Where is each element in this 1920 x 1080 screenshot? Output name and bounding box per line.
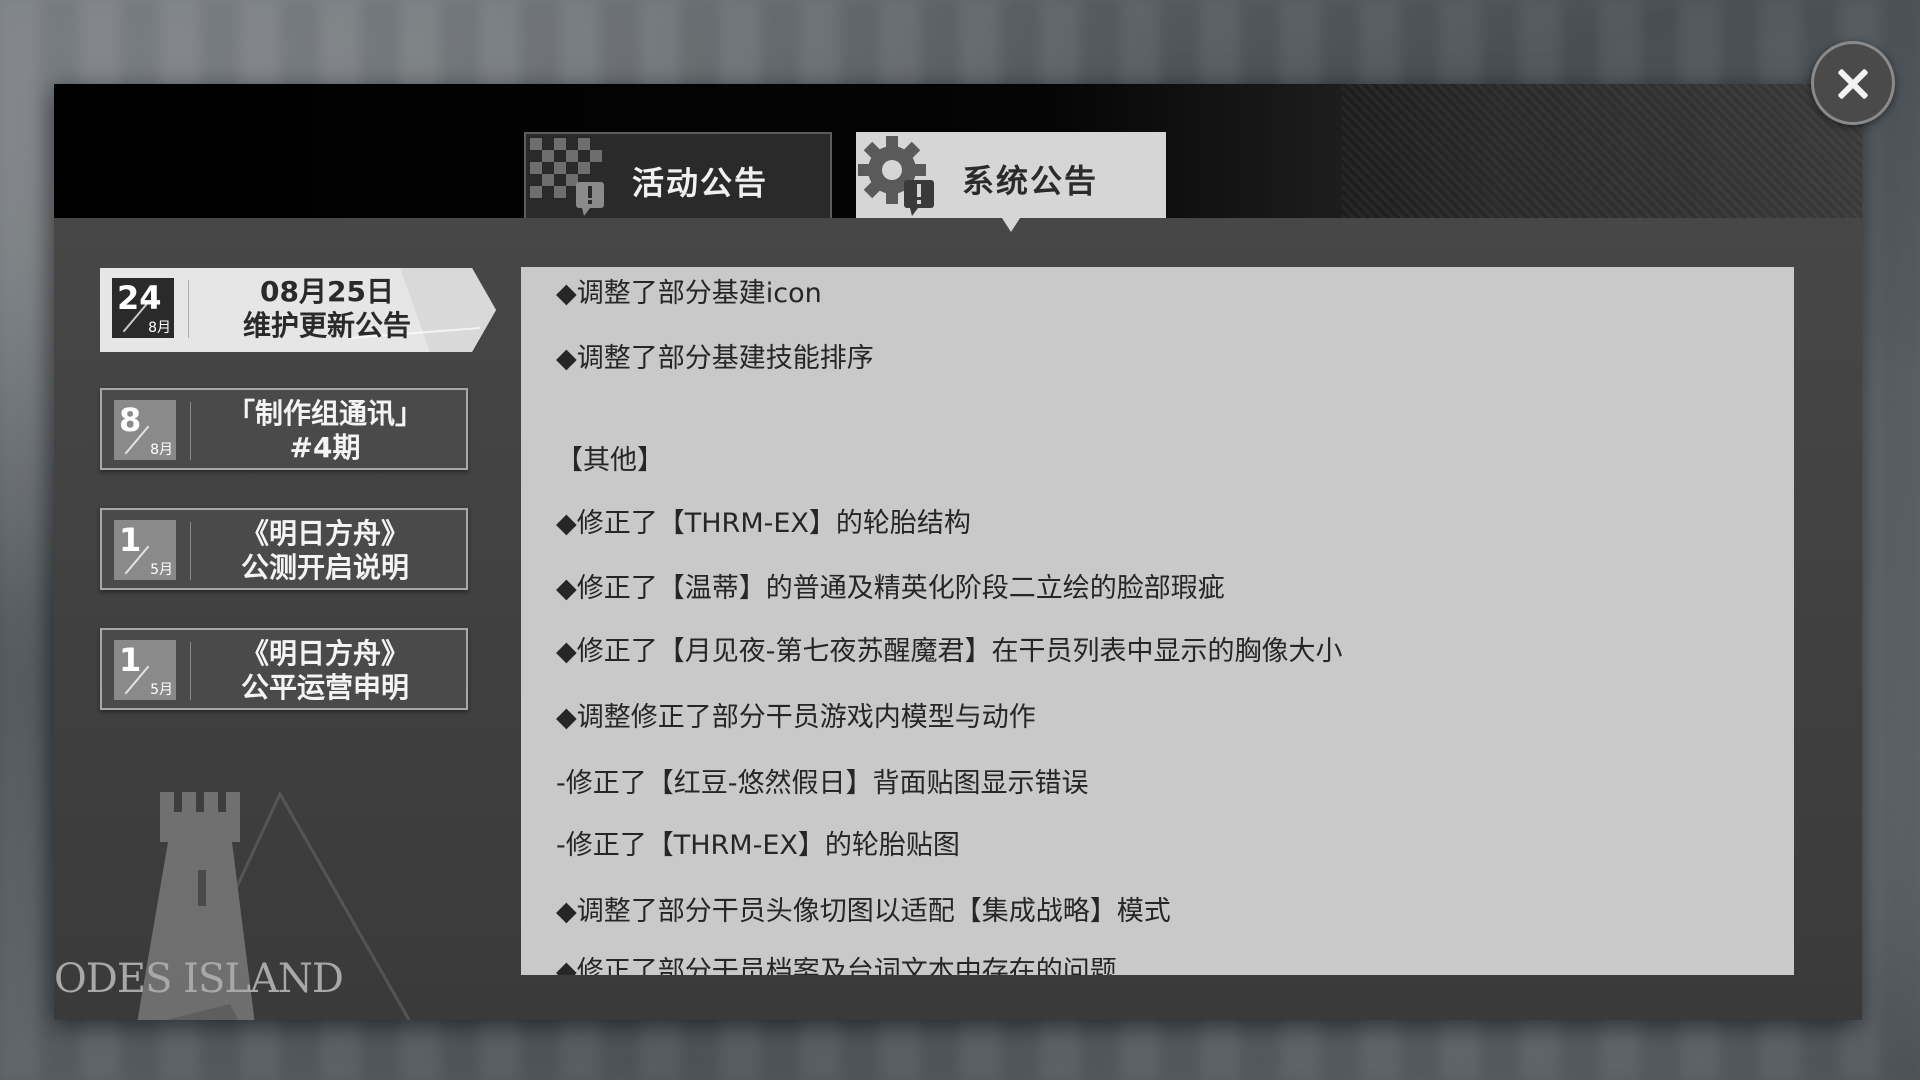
content-line: -修正了【THRM-EX】的轮胎贴图	[556, 830, 960, 861]
announcement-title-line1: 《明日方舟》	[240, 637, 409, 670]
watermark-text: ODES ISLAND	[54, 956, 344, 1002]
announcement-title-line2: 维护更新公告	[242, 309, 411, 342]
announcement-title-line2: 公测开启说明	[240, 551, 409, 584]
date-badge: 1 5月	[114, 520, 176, 580]
content-line: -修正了【红豆-悠然假日】背面贴图显示错误	[556, 768, 1089, 799]
announcement-title-line1: 08月25日	[260, 275, 394, 308]
announcement-title: 08月25日 维护更新公告	[192, 275, 462, 343]
item-divider	[188, 280, 189, 338]
announcement-title: 「制作组通讯」 #4期	[194, 397, 456, 465]
date-day: 8	[119, 401, 142, 439]
tab-system-announcements[interactable]: 系统公告	[856, 132, 1166, 232]
date-month: 8月	[150, 442, 173, 458]
item-divider	[190, 402, 191, 460]
date-badge: 24 8月	[112, 278, 174, 338]
date-month: 5月	[150, 682, 173, 698]
tab-activity-label: 活动公告	[632, 164, 769, 202]
announcement-item-2[interactable]: 1 5月 《明日方舟》 公测开启说明	[100, 508, 468, 590]
item-divider	[190, 522, 191, 580]
content-line: ◆调整了部分基建icon	[556, 278, 822, 309]
date-day: 1	[119, 641, 142, 679]
date-badge: 1 5月	[114, 640, 176, 700]
announcement-item-0[interactable]: 24 8月 08月25日 维护更新公告	[100, 268, 496, 352]
announcement-item-1[interactable]: 8 8月 「制作组通讯」 #4期	[100, 388, 468, 470]
tab-activity-announcements[interactable]: 活动公告	[524, 132, 832, 218]
tab-system-label: 系统公告	[962, 162, 1099, 200]
announcement-title: 《明日方舟》 公平运营申明	[194, 637, 456, 705]
content-section-heading: 【其他】	[556, 445, 664, 476]
date-month: 8月	[148, 320, 171, 336]
checker-flag-icon	[530, 138, 604, 216]
announcement-title-line2: 公平运营申明	[240, 671, 409, 704]
close-button[interactable]	[1811, 41, 1895, 125]
content-line: ◆调整了部分基建技能排序	[556, 343, 874, 374]
content-line: ◆修正了【THRM-EX】的轮胎结构	[556, 508, 971, 539]
game-background: 活动公告 系统公告 ODES ISLAND 24 8月 08月25日 维护更新公…	[0, 0, 1920, 1080]
content-line: ◆修正了【温蒂】的普通及精英化阶段二立绘的脸部瑕疵	[556, 573, 1225, 604]
date-badge: 8 8月	[114, 400, 176, 460]
date-day: 1	[119, 521, 142, 559]
announcement-title-line1: 《明日方舟》	[240, 517, 409, 550]
announcement-content[interactable]: ◆调整了部分基建icon ◆调整了部分基建技能排序 【其他】 ◆修正了【THRM…	[521, 267, 1794, 975]
content-line: ◆修正了部分干员档案及台词文本中存在的问题	[556, 956, 1117, 975]
announcement-item-3[interactable]: 1 5月 《明日方舟》 公平运营申明	[100, 628, 468, 710]
item-divider	[190, 642, 191, 700]
content-line: ◆调整了部分干员头像切图以适配【集成战略】模式	[556, 896, 1171, 927]
content-line: ◆修正了【月见夜-第七夜苏醒魔君】在干员列表中显示的胸像大小	[556, 636, 1343, 667]
date-month: 5月	[150, 562, 173, 578]
announcement-title-line1: 「制作组通讯」	[226, 397, 423, 430]
content-line: ◆调整修正了部分干员游戏内模型与动作	[556, 702, 1036, 733]
announcement-title-line2: #4期	[289, 431, 361, 464]
gear-alert-icon	[858, 136, 934, 216]
announcement-title: 《明日方舟》 公测开启说明	[194, 517, 456, 585]
